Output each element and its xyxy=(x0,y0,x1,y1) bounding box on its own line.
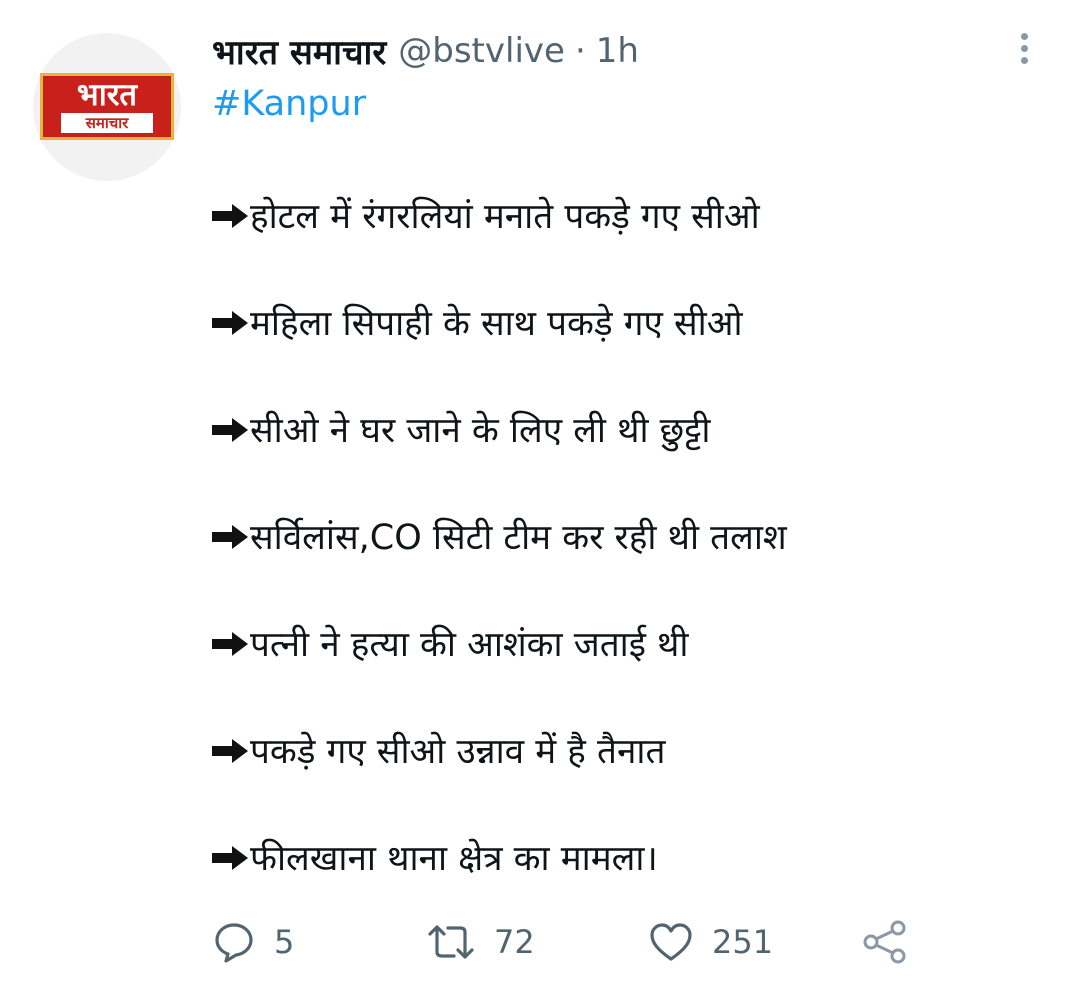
tweet-timestamp[interactable]: 1h xyxy=(596,31,639,71)
tweet-line-text: सर्विलांस,CO सिटी टीम कर रही थी तलाश xyxy=(250,518,787,558)
tweet-line-text: पत्नी ने हत्या की आशंका जताई थी xyxy=(250,625,689,665)
tweet-line: महिला सिपाही के साथ पकड़े गए सीओ xyxy=(212,295,1052,350)
logo-main-text: भारत xyxy=(76,77,138,113)
share-button[interactable] xyxy=(862,912,908,972)
reply-icon xyxy=(215,923,253,963)
tweet-line: होटल में रंगरलियां मनाते पकड़े गए सीओ xyxy=(212,188,1052,243)
tweet-line: सर्विलांस,CO सिटी टीम कर रही थी तलाश xyxy=(212,509,1052,564)
retweet-icon xyxy=(428,925,474,959)
right-arrow-icon xyxy=(212,417,248,442)
more-options-icon[interactable] xyxy=(1012,30,1036,70)
tweet-line-text: महिला सिपाही के साथ पकड़े गए सीओ xyxy=(250,304,743,344)
right-arrow-icon xyxy=(212,631,248,656)
like-button[interactable]: 251 xyxy=(648,912,773,972)
tweet-line: फीलखाना थाना क्षेत्र का मामला। xyxy=(212,830,1052,885)
tweet-text: होटल में रंगरलियां मनाते पकड़े गए सीओ मह… xyxy=(212,188,1052,937)
tweet-line-text: सीओ ने घर जाने के लिए ली थी छुट्टी xyxy=(250,411,711,451)
tweet-line: पकड़े गए सीओ उन्नाव में है तैनात xyxy=(212,723,1052,778)
retweet-count: 72 xyxy=(494,923,535,961)
right-arrow-icon xyxy=(212,524,248,549)
tweet-line: पत्नी ने हत्या की आशंका जताई थी xyxy=(212,616,1052,671)
tweet-line: सीओ ने घर जाने के लिए ली थी छुट्टी xyxy=(212,402,1052,457)
tweet-line-text: होटल में रंगरलियां मनाते पकड़े गए सीओ xyxy=(250,197,760,237)
reply-button[interactable]: 5 xyxy=(212,912,294,972)
right-arrow-icon xyxy=(212,310,248,335)
share-icon xyxy=(863,920,906,964)
hashtag-link[interactable]: #Kanpur xyxy=(212,82,366,126)
tweet[interactable]: भारत समाचार भारत समाचार @bstvlive · 1h #… xyxy=(0,0,1080,994)
right-arrow-icon xyxy=(212,738,248,763)
retweet-button[interactable]: 72 xyxy=(426,912,535,972)
bharat-samachar-logo: भारत समाचार xyxy=(40,73,174,140)
tweet-header: भारत समाचार @bstvlive · 1h xyxy=(212,28,639,74)
heart-icon xyxy=(650,923,692,961)
reply-count: 5 xyxy=(274,923,295,961)
action-bar: 5 72 251 xyxy=(212,912,932,972)
logo-sub-text: समाचार xyxy=(61,113,153,133)
header-separator: · xyxy=(574,31,586,71)
like-count: 251 xyxy=(712,923,774,961)
tweet-line-text: फीलखाना थाना क्षेत्र का मामला। xyxy=(250,839,658,879)
right-arrow-icon xyxy=(212,203,248,228)
author-display-name[interactable]: भारत समाचार xyxy=(212,28,386,74)
right-arrow-icon xyxy=(212,845,248,870)
author-handle[interactable]: @bstvlive xyxy=(398,31,565,71)
tweet-line-text: पकड़े गए सीओ उन्नाव में है तैनात xyxy=(250,732,666,772)
